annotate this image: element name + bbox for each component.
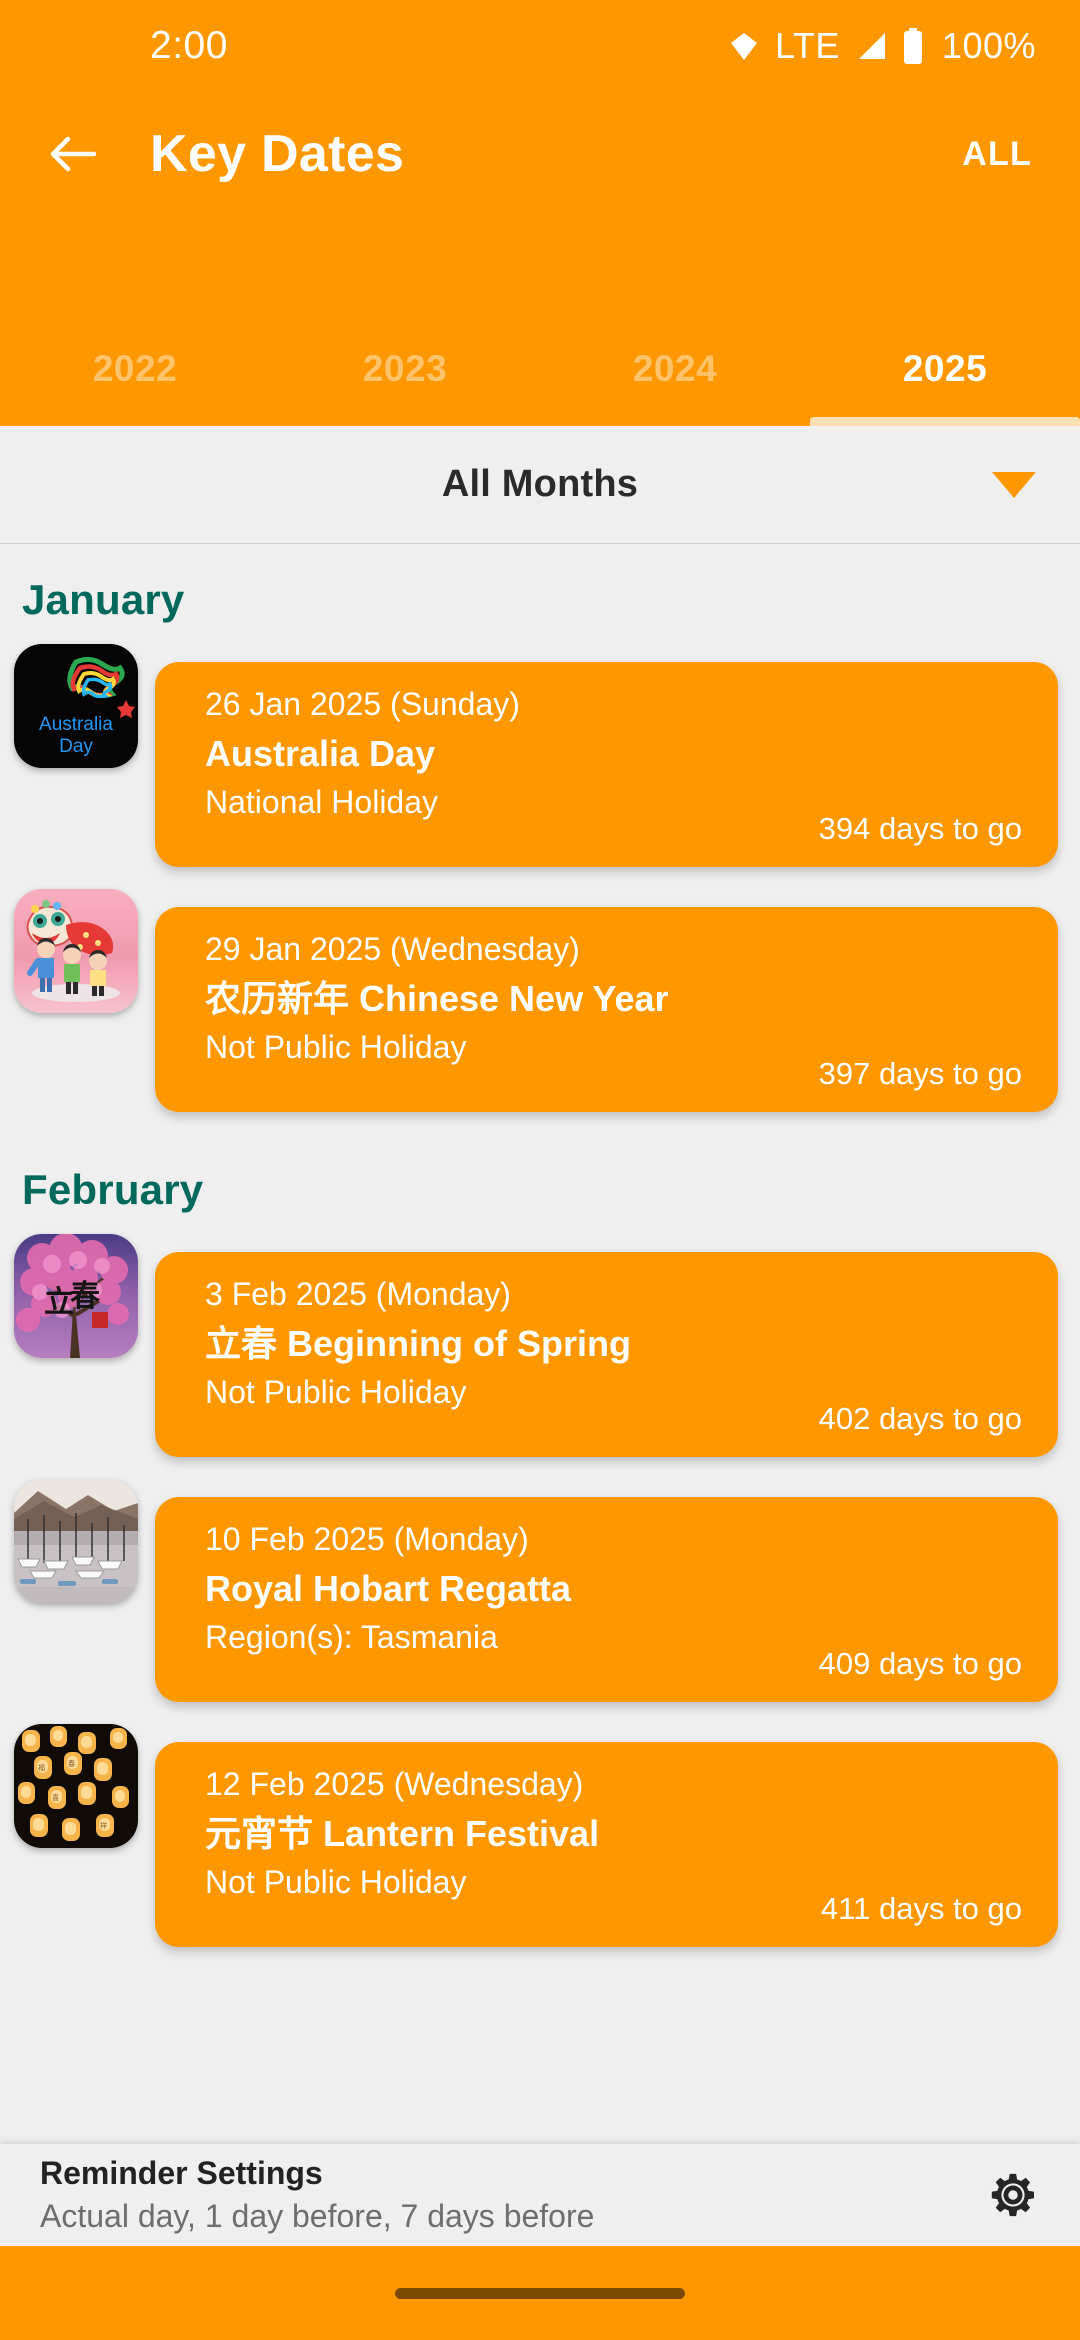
- list-item[interactable]: 29 Jan 2025 (Wednesday) 农历新年 Chinese New…: [0, 889, 1080, 1112]
- app-screen: 2:00 LTE 100% Key Dates ALL 2022 2023 20…: [0, 0, 1080, 2340]
- reminder-settings-bar[interactable]: Reminder Settings Actual day, 1 day befo…: [0, 2144, 1080, 2246]
- event-title: 元宵节 Lantern Festival: [205, 1812, 600, 1854]
- svg-text:春: 春: [68, 1759, 75, 1768]
- event-date: 29 Jan 2025 (Wednesday): [205, 931, 580, 967]
- key-dates-list[interactable]: January Australia Day 26 Jan 2025 (Sunda…: [0, 544, 1080, 2144]
- list-item[interactable]: 福 春喜祥 12 Feb 2025 (Wednesday) 元宵节 Lantern…: [0, 1724, 1080, 1947]
- tab-2025[interactable]: 2025: [810, 348, 1080, 426]
- network-type-label: LTE: [775, 25, 840, 66]
- chevron-down-icon[interactable]: [992, 471, 1036, 498]
- event-countdown: 402 days to go: [818, 1401, 1022, 1436]
- list-item[interactable]: Australia Day 26 Jan 2025 (Sunday) Austr…: [0, 644, 1080, 867]
- battery-percent-label: 100%: [941, 25, 1036, 66]
- harbour-boats-photo-icon: [14, 1479, 138, 1603]
- month-filter-dropdown[interactable]: All Months: [0, 426, 1080, 544]
- wifi-icon: [727, 29, 761, 63]
- app-bar: Key Dates ALL: [0, 92, 1080, 216]
- tab-2022[interactable]: 2022: [0, 348, 270, 426]
- event-date: 26 Jan 2025 (Sunday): [205, 686, 520, 722]
- svg-text:Australia: Australia: [39, 714, 113, 735]
- event-title: 立春 Beginning of Spring: [205, 1322, 631, 1364]
- status-bar-clock: 2:00: [150, 24, 228, 67]
- page-title: Key Dates: [150, 125, 405, 183]
- event-date: 3 Feb 2025 (Monday): [205, 1276, 511, 1312]
- svg-text:春: 春: [70, 1280, 100, 1313]
- event-card-text: 29 Jan 2025 (Wednesday) 农历新年 Chinese New…: [155, 907, 1058, 1068]
- event-card[interactable]: 26 Jan 2025 (Sunday) Australia Day Natio…: [155, 662, 1058, 867]
- event-countdown: 397 days to go: [818, 1056, 1022, 1091]
- australia-day-logo-icon: Australia Day: [14, 644, 138, 768]
- status-bar: 2:00 LTE 100%: [0, 0, 1080, 92]
- event-title: Royal Hobart Regatta: [205, 1567, 572, 1609]
- event-card[interactable]: 3 Feb 2025 (Monday) 立春 Beginning of Spri…: [155, 1252, 1058, 1457]
- tab-label: 2024: [632, 348, 718, 389]
- gear-icon[interactable]: [986, 2168, 1040, 2222]
- lion-dance-photo-icon: [14, 889, 138, 1013]
- year-tab-bar: 2022 2023 2024 2025: [0, 216, 1080, 426]
- list-item[interactable]: 10 Feb 2025 (Monday) Royal Hobart Regatt…: [0, 1479, 1080, 1702]
- tab-label: 2022: [92, 348, 178, 389]
- all-button[interactable]: ALL: [958, 125, 1036, 184]
- month-header-february: February: [22, 1166, 204, 1213]
- month-header-january: January: [22, 576, 185, 623]
- reminder-settings-subtitle: Actual day, 1 day before, 7 days before: [40, 2198, 595, 2234]
- signal-icon: [854, 29, 888, 63]
- event-countdown: 409 days to go: [818, 1646, 1022, 1681]
- event-date: 12 Feb 2025 (Wednesday): [205, 1766, 584, 1802]
- month-filter-label: All Months: [441, 463, 639, 505]
- event-date: 10 Feb 2025 (Monday): [205, 1521, 529, 1557]
- event-title: 农历新年 Chinese New Year: [205, 977, 669, 1019]
- tab-2024[interactable]: 2024: [540, 348, 810, 426]
- event-card[interactable]: 29 Jan 2025 (Wednesday) 农历新年 Chinese New…: [155, 907, 1058, 1112]
- reminder-settings-texts: Reminder Settings Actual day, 1 day befo…: [40, 2154, 986, 2236]
- event-card-text: 26 Jan 2025 (Sunday) Australia Day Natio…: [155, 662, 1058, 823]
- status-bar-indicators: LTE 100%: [727, 25, 1036, 67]
- tab-label: 2025: [902, 348, 988, 389]
- svg-text:祥: 祥: [100, 1821, 107, 1830]
- event-countdown: 411 days to go: [820, 1891, 1022, 1926]
- svg-text:喜: 喜: [52, 1793, 59, 1802]
- reminder-settings-title: Reminder Settings: [40, 2154, 323, 2191]
- battery-icon: [902, 28, 924, 64]
- event-card-text: 3 Feb 2025 (Monday) 立春 Beginning of Spri…: [155, 1252, 1058, 1413]
- home-indicator[interactable]: [395, 2287, 685, 2299]
- event-title: Australia Day: [205, 732, 436, 774]
- tab-2023[interactable]: 2023: [270, 348, 540, 426]
- event-card-text: 12 Feb 2025 (Wednesday) 元宵节 Lantern Fest…: [155, 1742, 1058, 1903]
- back-arrow-icon[interactable]: [44, 125, 102, 183]
- cherry-blossom-photo-icon: 立 春: [14, 1234, 138, 1358]
- sky-lanterns-photo-icon: 福 春喜祥: [14, 1724, 138, 1848]
- event-countdown: 394 days to go: [818, 811, 1022, 846]
- system-navigation-bar: [0, 2246, 1080, 2340]
- list-item[interactable]: 立 春 3 Feb 2025 (Monday) 立春 Beginning of …: [0, 1234, 1080, 1457]
- event-card[interactable]: 10 Feb 2025 (Monday) Royal Hobart Regatt…: [155, 1497, 1058, 1702]
- tab-label: 2023: [362, 348, 448, 389]
- svg-text:福: 福: [38, 1763, 45, 1772]
- svg-text:Day: Day: [59, 736, 93, 757]
- event-card[interactable]: 12 Feb 2025 (Wednesday) 元宵节 Lantern Fest…: [155, 1742, 1058, 1947]
- event-card-text: 10 Feb 2025 (Monday) Royal Hobart Regatt…: [155, 1497, 1058, 1658]
